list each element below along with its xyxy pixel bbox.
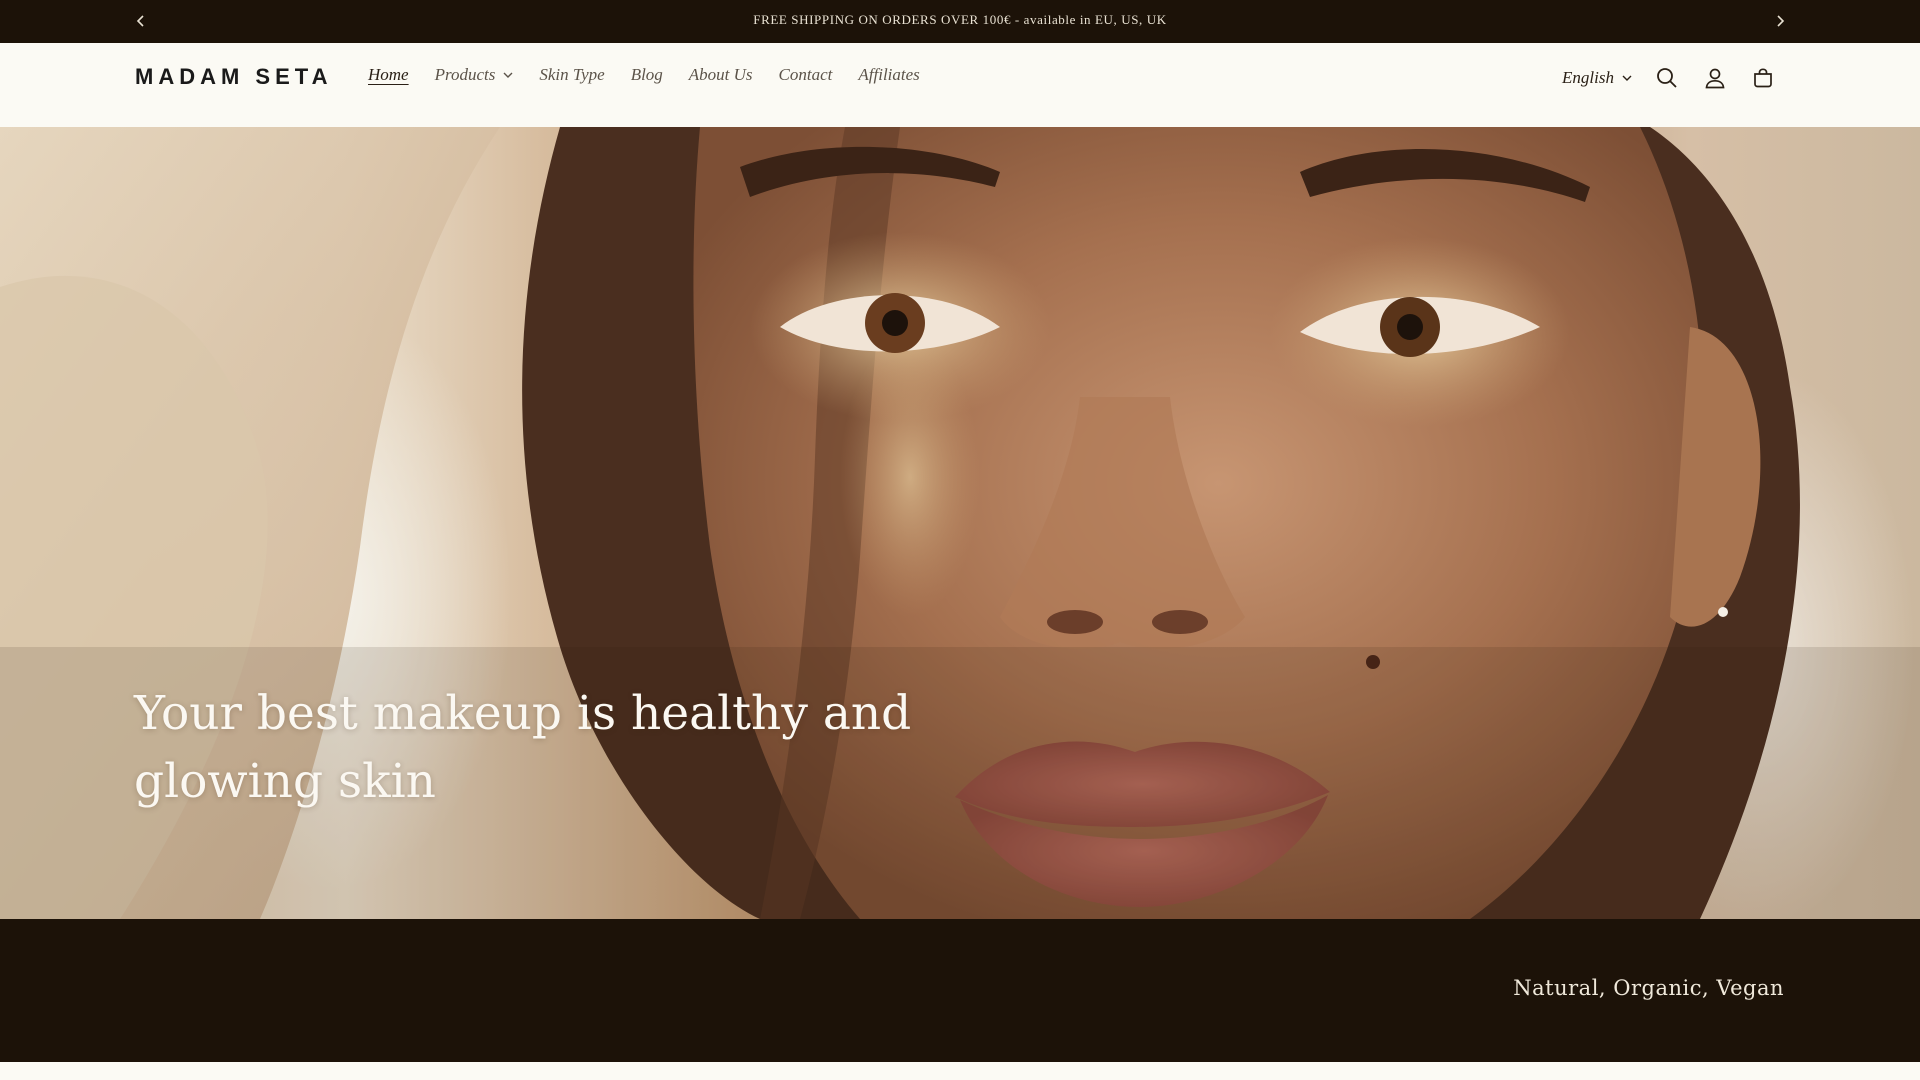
language-label: English (1562, 68, 1614, 87)
hero-banner: Your best makeup is healthy and glowing … (0, 127, 1920, 919)
main-nav: Home Products Skin Type Blog About Us Co… (368, 65, 946, 85)
nav-item-label: Blog (630, 65, 663, 84)
chevron-right-icon (1777, 15, 1785, 27)
account-button[interactable] (1702, 65, 1728, 91)
nav-item-label: Skin Type (539, 65, 605, 84)
chevron-down-icon (1622, 75, 1632, 82)
tagline-band: Natural, Organic, Vegan (0, 919, 1920, 1062)
cart-button[interactable] (1750, 65, 1776, 91)
page-bottom-strip (0, 1062, 1920, 1080)
nav-item-about-us[interactable]: About Us (689, 65, 753, 85)
nav-item-skin-type[interactable]: Skin Type (539, 65, 604, 85)
account-icon (1705, 68, 1725, 89)
nav-item-label: Contact (778, 65, 833, 84)
nav-item-label: Affiliates (858, 65, 920, 84)
nav-item-home[interactable]: Home (368, 65, 409, 85)
nav-item-contact[interactable]: Contact (779, 65, 833, 85)
nav-item-blog[interactable]: Blog (631, 65, 663, 85)
header-actions: English (1562, 65, 1776, 91)
nav-item-label: Home (368, 65, 409, 84)
nav-item-label: About Us (688, 65, 753, 84)
site-logo[interactable]: MADAM SETA (135, 64, 332, 90)
search-icon (1657, 68, 1677, 88)
announcement-text: FREE SHIPPING ON ORDERS OVER 100€ - avai… (753, 11, 1167, 27)
nav-item-products[interactable]: Products (435, 65, 514, 85)
nav-item-label: Products (434, 65, 496, 84)
announcement-next-button[interactable] (1770, 11, 1790, 31)
announcement-bar: FREE SHIPPING ON ORDERS OVER 100€ - avai… (0, 0, 1920, 43)
announcement-prev-button[interactable] (131, 11, 151, 31)
cart-icon (1754, 68, 1772, 88)
chevron-left-icon (136, 15, 144, 27)
hero-heading: Your best makeup is healthy and glowing … (134, 686, 912, 809)
chevron-down-icon (503, 72, 513, 79)
tagline-text: Natural, Organic, Vegan (1513, 976, 1784, 1000)
search-button[interactable] (1654, 65, 1680, 91)
nav-item-affiliates[interactable]: Affiliates (858, 65, 919, 85)
site-header: MADAM SETA Home Products Skin Type Blog … (0, 43, 1920, 127)
language-selector[interactable]: English (1562, 68, 1632, 88)
